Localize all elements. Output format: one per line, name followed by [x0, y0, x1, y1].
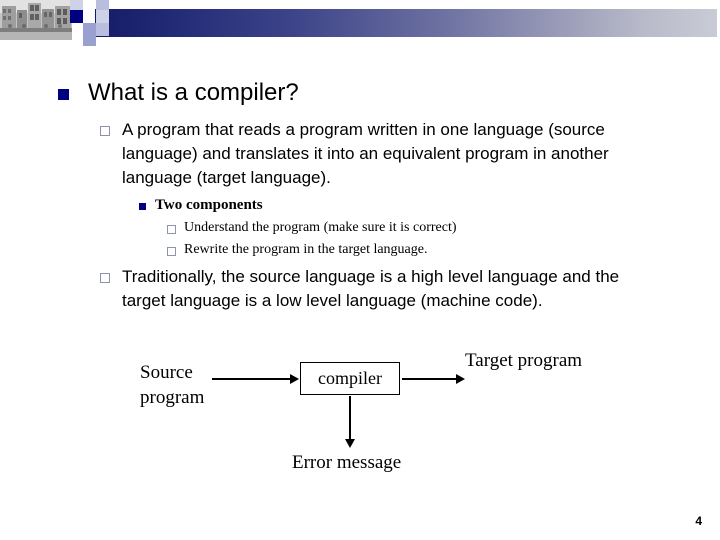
hollow-square-bullet-icon — [100, 273, 110, 283]
arrow-compiler-to-target — [402, 378, 457, 380]
bullet-understand: Understand the program (make sure it is … — [167, 219, 457, 237]
header-square-3 — [70, 10, 83, 23]
bullet-rewrite-text: Rewrite the program in the target langua… — [184, 242, 428, 257]
page-number: 4 — [695, 514, 702, 528]
header-gradient-bar — [95, 9, 717, 37]
header-square-5 — [83, 23, 96, 36]
filled-square-bullet-icon — [139, 203, 146, 210]
arrow-source-to-compiler — [212, 378, 292, 380]
hollow-square-bullet-icon — [167, 225, 176, 234]
slide-title-row: What is a compiler? — [58, 78, 678, 108]
bullet-two-components: Two components — [139, 196, 263, 215]
arrow-compiler-to-error — [349, 396, 351, 441]
hollow-square-bullet-icon — [167, 247, 176, 256]
diagram-error-label: Error message — [292, 452, 402, 473]
bullet-two-components-text: Two components — [155, 197, 263, 213]
campus-building-photo — [0, 0, 72, 40]
bullet-definition-text: A program that reads a program written i… — [122, 120, 609, 187]
compiler-flow-diagram: Source program compiler Target program E… — [130, 340, 600, 490]
header-square-7 — [83, 36, 96, 46]
bullet-traditionally: Traditionally, the source language is a … — [100, 265, 660, 313]
hollow-square-bullet-icon — [100, 126, 110, 136]
diagram-target-label: Target program — [465, 350, 583, 371]
slide-header — [0, 0, 720, 46]
diagram-source-label: Source program — [140, 362, 205, 408]
filled-square-bullet-icon — [58, 89, 69, 100]
header-square-4 — [96, 10, 109, 23]
arrow-head-right-icon — [456, 374, 465, 384]
page-title: What is a compiler? — [88, 79, 299, 106]
bullet-understand-text: Understand the program (make sure it is … — [184, 220, 457, 235]
bullet-traditionally-text: Traditionally, the source language is a … — [122, 267, 620, 310]
bullet-rewrite: Rewrite the program in the target langua… — [167, 241, 428, 259]
header-square-2 — [96, 0, 109, 10]
arrow-head-down-icon — [345, 439, 355, 448]
header-square-1 — [70, 0, 83, 10]
header-square-6 — [96, 23, 109, 36]
arrow-head-right-icon — [290, 374, 299, 384]
bullet-definition: A program that reads a program written i… — [100, 118, 660, 190]
compiler-box: compiler — [300, 362, 400, 395]
compiler-box-label: compiler — [318, 368, 382, 388]
